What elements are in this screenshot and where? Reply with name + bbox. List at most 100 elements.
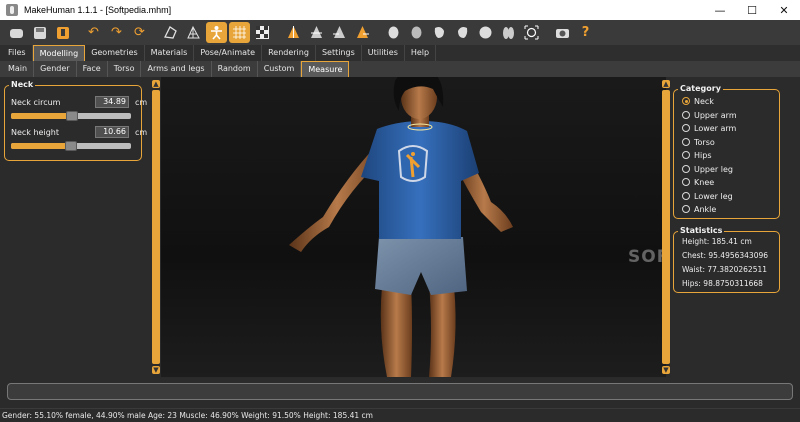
stat-chest: Chest: 95.4956343096 — [682, 251, 769, 260]
save-icon[interactable] — [29, 22, 50, 43]
modelling-subtabs: Main Gender Face Torso Arms and legs Ran… — [0, 61, 800, 77]
radio-label: Ankle — [694, 204, 717, 214]
wireframe-icon[interactable] — [183, 22, 204, 43]
help-icon[interactable]: ? — [575, 22, 596, 43]
subtab-random[interactable]: Random — [212, 61, 258, 77]
redo-icon[interactable]: ↷ — [106, 22, 127, 43]
subtab-arms-and-legs[interactable]: Arms and legs — [141, 61, 212, 77]
maximize-button[interactable]: ☐ — [736, 0, 768, 20]
radio-label: Neck — [694, 96, 714, 106]
right-scroll-up-arrow[interactable]: ▲ — [662, 80, 670, 88]
statistics-group: Statistics Height: 185.41 cm Chest: 95.4… — [673, 226, 780, 293]
tab-help[interactable]: Help — [405, 45, 437, 61]
category-radio-knee[interactable]: Knee — [682, 176, 714, 188]
tab-rendering[interactable]: Rendering — [262, 45, 316, 61]
3d-viewport[interactable]: SOFTPEDIA — [161, 77, 666, 377]
export-icon[interactable] — [52, 22, 73, 43]
category-radio-torso[interactable]: Torso — [682, 136, 715, 148]
softpedia-watermark: SOFTPEDIA — [628, 247, 666, 267]
view-front-icon[interactable] — [283, 22, 304, 43]
subtab-torso[interactable]: Torso — [108, 61, 142, 77]
view-right-icon[interactable] — [352, 22, 373, 43]
radio-button[interactable] — [682, 151, 690, 159]
slider-handle[interactable] — [65, 141, 77, 151]
head-left-icon[interactable] — [429, 22, 450, 43]
neck-circum-slider: Neck circum 34.89 cm — [11, 96, 147, 122]
tab-materials[interactable]: Materials — [145, 45, 195, 61]
toolbar-separator — [275, 22, 281, 43]
head-top-icon[interactable] — [475, 22, 496, 43]
slider-fill — [11, 113, 67, 119]
category-radio-lower-arm[interactable]: Lower arm — [682, 122, 736, 134]
neck-height-value-field[interactable]: 10.66 — [95, 126, 129, 138]
bottom-area — [0, 378, 800, 408]
radio-button[interactable] — [682, 165, 690, 173]
minimize-button[interactable]: — — [704, 0, 736, 20]
undo-icon[interactable]: ↶ — [83, 22, 104, 43]
command-input[interactable] — [7, 383, 793, 400]
tab-settings[interactable]: Settings — [316, 45, 362, 61]
toolbar-separator — [152, 22, 158, 43]
window-title: MakeHuman 1.1.1 - [Softpedia.mhm] — [24, 5, 172, 15]
head-right-icon[interactable] — [452, 22, 473, 43]
left-scrollbar[interactable] — [152, 90, 160, 364]
radio-label: Upper leg — [694, 164, 733, 174]
toolbar-separator — [375, 22, 381, 43]
category-radio-neck[interactable]: Neck — [682, 95, 714, 107]
category-radio-upper-arm[interactable]: Upper arm — [682, 109, 737, 121]
radio-button[interactable] — [682, 205, 690, 213]
body-icon[interactable] — [498, 22, 519, 43]
tab-pose-animate[interactable]: Pose/Animate — [194, 45, 263, 61]
subtab-custom[interactable]: Custom — [258, 61, 302, 77]
tab-modelling[interactable]: Modelling — [32, 45, 86, 61]
radio-label: Torso — [694, 137, 715, 147]
category-radio-hips[interactable]: Hips — [682, 149, 711, 161]
close-button[interactable]: ✕ — [768, 0, 800, 20]
right-scrollbar[interactable] — [662, 90, 670, 364]
tab-files[interactable]: Files — [2, 45, 33, 61]
new-icon[interactable] — [6, 22, 27, 43]
checker-icon[interactable] — [252, 22, 273, 43]
radio-button[interactable] — [682, 97, 690, 105]
tab-geometries[interactable]: Geometries — [85, 45, 145, 61]
category-radio-upper-leg[interactable]: Upper leg — [682, 163, 733, 175]
subtab-measure[interactable]: Measure — [301, 61, 350, 77]
right-panel: Category Neck Upper arm Lower arm Torso … — [671, 77, 800, 378]
screenshot-icon[interactable] — [552, 22, 573, 43]
category-radio-ankle[interactable]: Ankle — [682, 203, 716, 215]
reset-camera-icon[interactable] — [521, 22, 542, 43]
stat-hips: Hips: 98.8750311668 — [682, 279, 763, 288]
subtab-face[interactable]: Face — [77, 61, 108, 77]
category-radio-lower-leg[interactable]: Lower leg — [682, 190, 733, 202]
head-front-icon[interactable] — [383, 22, 404, 43]
left-scroll-down-arrow[interactable]: ▼ — [152, 366, 160, 374]
right-scroll-down-arrow[interactable]: ▼ — [662, 366, 670, 374]
head-back-icon[interactable] — [406, 22, 427, 43]
smooth-icon[interactable] — [160, 22, 181, 43]
left-scroll-up-arrow[interactable]: ▲ — [152, 80, 160, 88]
left-panel: Neck Neck circum 34.89 cm Neck height 10… — [0, 77, 152, 378]
view-back-icon[interactable] — [306, 22, 327, 43]
neck-group-title: Neck — [9, 80, 36, 89]
radio-button[interactable] — [682, 124, 690, 132]
status-bar: Gender: 55.10% female, 44.90% male Age: … — [0, 408, 800, 422]
view-left-icon[interactable] — [329, 22, 350, 43]
radio-label: Upper arm — [694, 110, 737, 120]
radio-button[interactable] — [682, 138, 690, 146]
slider-handle[interactable] — [66, 111, 79, 121]
pose-icon[interactable] — [206, 22, 227, 43]
slider-label: Neck circum — [11, 98, 61, 107]
radio-button[interactable] — [682, 111, 690, 119]
neck-height-slider: Neck height 10.66 cm — [11, 126, 147, 152]
subtab-main[interactable]: Main — [2, 61, 35, 77]
human-model-figure — [289, 77, 513, 377]
neck-circum-value-field[interactable]: 34.89 — [95, 96, 129, 108]
reset-icon[interactable]: ⟳ — [129, 22, 150, 43]
main-toolbar: ↶ ↷ ⟳ ? — [0, 20, 800, 45]
subtab-gender[interactable]: Gender — [34, 61, 77, 77]
stat-waist: Waist: 77.3820262511 — [682, 265, 768, 274]
radio-button[interactable] — [682, 178, 690, 186]
radio-button[interactable] — [682, 192, 690, 200]
grid-icon[interactable] — [229, 22, 250, 43]
tab-utilities[interactable]: Utilities — [362, 45, 405, 61]
